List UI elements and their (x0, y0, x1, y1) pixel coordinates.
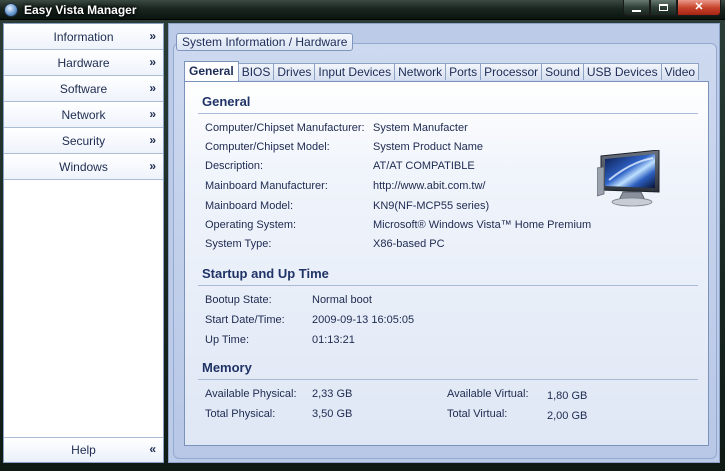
tab-sound[interactable]: Sound (541, 63, 584, 80)
info-label: System Type: (205, 238, 272, 250)
chevron-down-icon: » (149, 133, 155, 147)
sidebar-item-label: Security (61, 133, 106, 148)
tab-processor[interactable]: Processor (480, 63, 543, 80)
maximize-icon (659, 4, 668, 11)
memory-label: Total Physical: (205, 408, 276, 420)
app-globe-icon (4, 3, 18, 17)
info-value: X86-based PC (373, 238, 445, 250)
startup-value: 01:13:21 (312, 334, 355, 346)
tab-input-devices[interactable]: Input Devices (314, 63, 396, 80)
computer-monitor-icon (597, 150, 660, 207)
group-title: System Information / Hardware (176, 33, 354, 51)
info-value: System Manufacter (373, 122, 468, 134)
sidebar-item-label: Network (61, 107, 106, 122)
startup-label: Start Date/Time: (205, 314, 285, 326)
info-value: System Product Name (373, 141, 484, 153)
memory-value: 1,80 GB (547, 390, 588, 402)
info-label: Computer/Chipset Model: (205, 141, 330, 153)
chevron-down-icon: » (149, 107, 155, 121)
startup-label: Bootup State: (205, 294, 272, 306)
chevron-up-icon: « (149, 442, 155, 456)
window-title: Easy Vista Manager (24, 3, 137, 17)
tab-general[interactable]: General (184, 61, 239, 81)
minimize-icon (632, 9, 641, 12)
tab-network[interactable]: Network (394, 63, 447, 80)
tab-bios[interactable]: BIOS (237, 63, 275, 80)
tab-panel-general: General Computer/Chipset Manufacturer: S… (184, 81, 709, 446)
sidebar-item-hardware[interactable]: Hardware » (4, 50, 163, 76)
info-value: AT/AT COMPATIBLE (373, 160, 475, 172)
info-label: Computer/Chipset Manufacturer: (205, 122, 365, 134)
window-controls: ✕ (623, 0, 721, 17)
info-label: Mainboard Manufacturer: (205, 180, 328, 192)
sidebar-item-network[interactable]: Network » (4, 102, 163, 128)
section-title-general: General (202, 94, 251, 109)
startup-value: 2009-09-13 16:05:05 (312, 314, 415, 326)
section-divider (198, 285, 698, 286)
info-label: Mainboard Model: (205, 200, 294, 212)
chevron-down-icon: » (149, 55, 155, 69)
chevron-down-icon: » (149, 81, 155, 95)
sidebar-item-label: Software (59, 81, 108, 96)
sidebar-item-label: Help (71, 443, 96, 457)
memory-label: Total Virtual: (447, 408, 508, 420)
memory-value: 2,00 GB (547, 410, 588, 422)
section-title-startup: Startup and Up Time (202, 266, 329, 281)
sidebar-item-help[interactable]: Help « (4, 437, 163, 462)
section-divider (198, 113, 698, 114)
sidebar-item-information[interactable]: Information » (4, 24, 163, 50)
section-title-memory: Memory (202, 360, 252, 375)
startup-label: Up Time: (205, 334, 250, 346)
tab-ports[interactable]: Ports (445, 63, 482, 80)
tab-usb-devices[interactable]: USB Devices (582, 63, 662, 80)
info-label: Description: (205, 160, 264, 172)
info-value: KN9(NF-MCP55 series) (373, 200, 490, 212)
info-value: http://www.abit.com.tw/ (373, 180, 486, 192)
sidebar-item-software[interactable]: Software » (4, 76, 163, 102)
chevron-down-icon: » (149, 159, 155, 173)
sidebar-item-label: Windows (59, 159, 108, 174)
maximize-button[interactable] (650, 0, 677, 16)
sidebar-item-windows[interactable]: Windows » (4, 154, 163, 180)
sidebar-item-label: Hardware (57, 55, 110, 70)
sidebar-item-security[interactable]: Security » (4, 128, 163, 154)
tab-strip: General BIOS Drives Input Devices Networ… (184, 61, 700, 81)
close-button[interactable]: ✕ (677, 0, 721, 16)
info-label: Operating System: (205, 219, 297, 231)
memory-label: Available Physical: (205, 388, 297, 400)
memory-label: Available Virtual: (447, 388, 529, 400)
close-icon: ✕ (694, 1, 704, 13)
section-divider (198, 379, 698, 380)
minimize-button[interactable] (623, 0, 650, 16)
tab-video[interactable]: Video (660, 63, 700, 80)
memory-value: 3,50 GB (312, 408, 353, 420)
info-value: Microsoft® Windows Vista™ Home Premium (373, 219, 592, 231)
chevron-down-icon: » (149, 29, 155, 43)
startup-value: Normal boot (312, 294, 372, 306)
sidebar-item-label: Information (53, 29, 114, 44)
title-bar: Easy Vista Manager ✕ (0, 0, 725, 20)
sidebar: Information » Hardware » Software » Netw… (3, 23, 164, 463)
memory-value: 2,33 GB (312, 388, 353, 400)
tab-drives[interactable]: Drives (273, 63, 316, 80)
main-content: System Information / Hardware General BI… (168, 23, 720, 463)
